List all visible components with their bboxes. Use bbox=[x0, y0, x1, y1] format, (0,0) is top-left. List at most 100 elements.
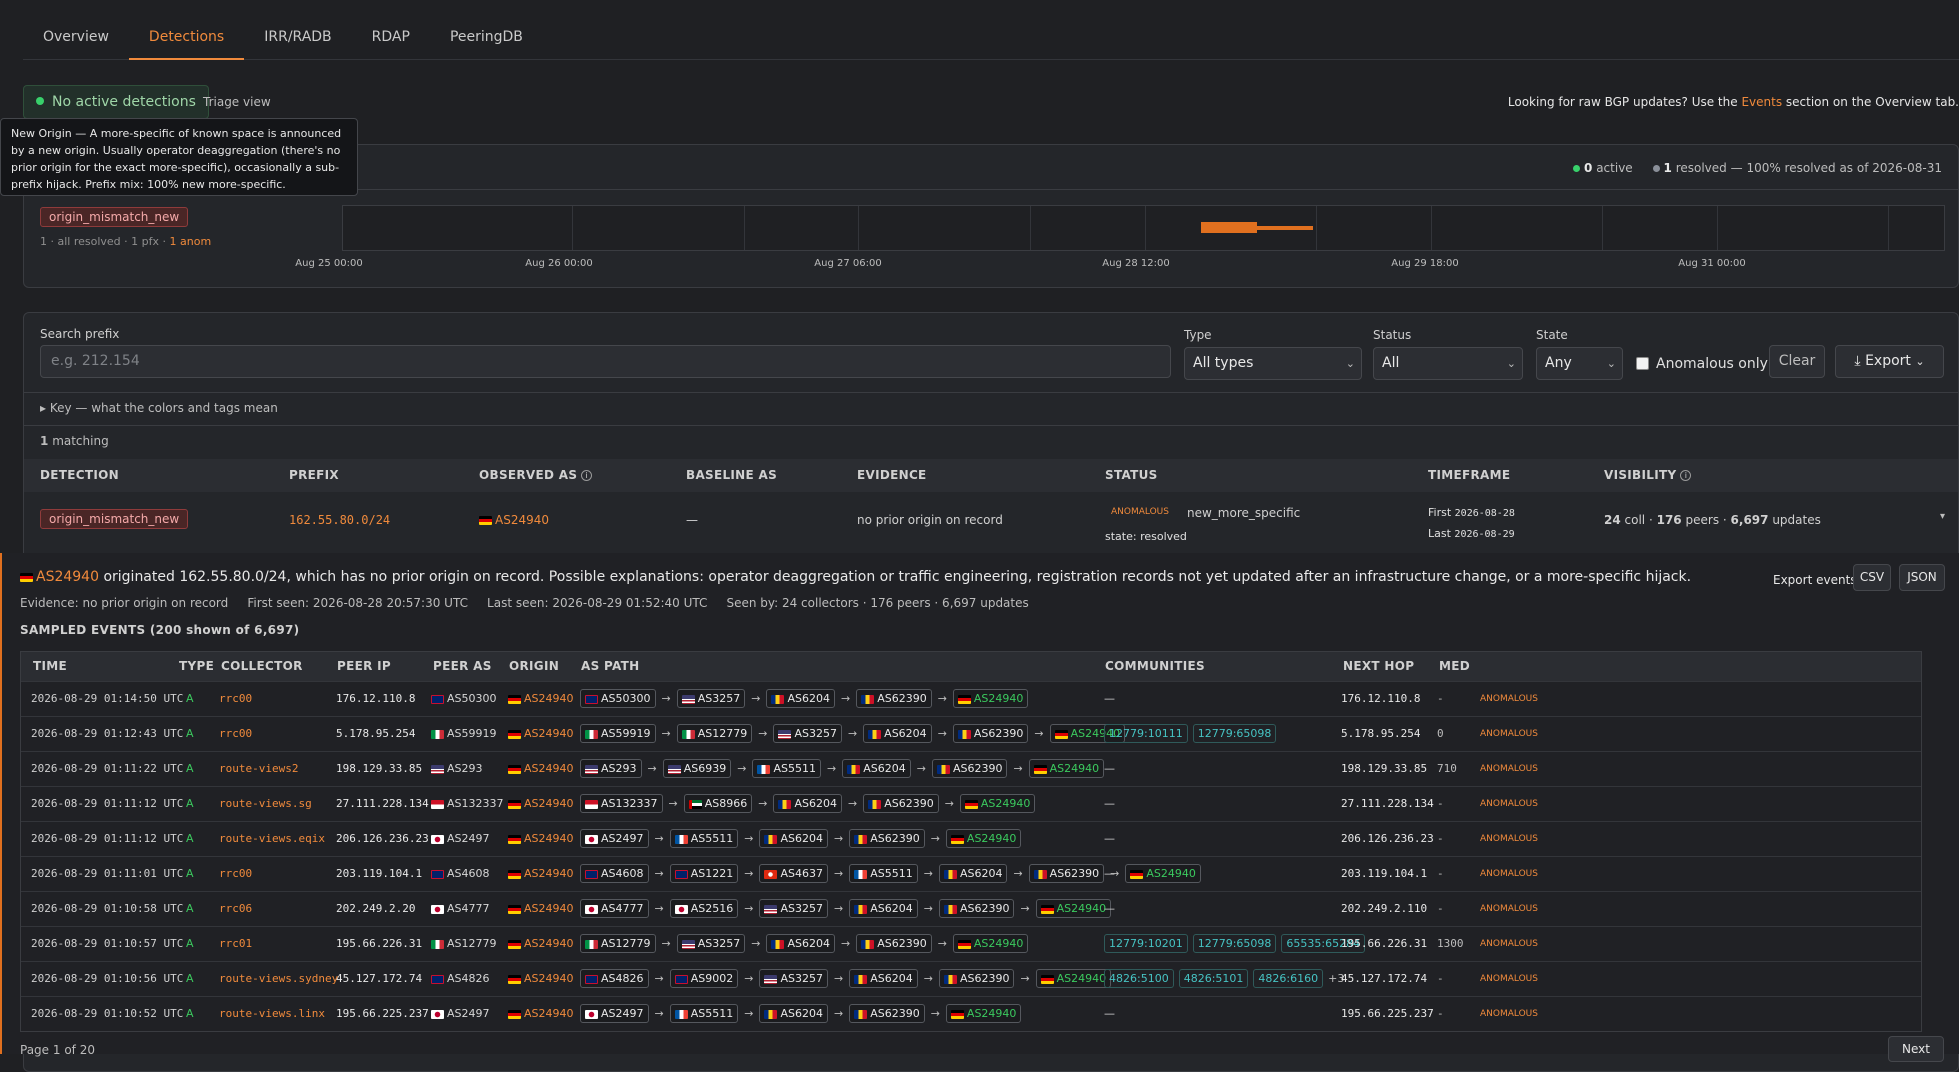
col-detection[interactable]: DETECTION bbox=[40, 459, 119, 492]
event-col-communities[interactable]: COMMUNITIES bbox=[1105, 652, 1205, 681]
as-path-hop[interactable]: AS6204 bbox=[849, 899, 918, 918]
as-path-hop[interactable]: AS6204 bbox=[849, 969, 918, 988]
as-path-hop[interactable]: AS3257 bbox=[759, 899, 828, 918]
tab-overview[interactable]: Overview bbox=[23, 0, 129, 60]
expand-caret-icon[interactable]: ▾ bbox=[1940, 511, 1945, 522]
as-path-hop[interactable]: AS4637 bbox=[759, 864, 828, 883]
clear-button[interactable]: Clear bbox=[1769, 345, 1825, 378]
timeline-detection-bar[interactable] bbox=[1201, 222, 1257, 233]
as-path-hop[interactable]: AS5511 bbox=[669, 829, 739, 848]
col-timeframe[interactable]: TIMEFRAME bbox=[1428, 459, 1510, 492]
as-path-hop[interactable]: AS24940 bbox=[959, 794, 1036, 813]
as-path-hop[interactable]: AS24940 bbox=[1035, 899, 1112, 918]
as-path-hop[interactable]: AS62390 bbox=[856, 934, 932, 953]
as-path-hop[interactable]: AS62390 bbox=[1028, 864, 1105, 883]
as-path-hop[interactable]: AS24940 bbox=[945, 829, 1022, 848]
event-peer-as[interactable]: AS59919 bbox=[431, 717, 497, 751]
type-select[interactable]: All types ⌄ bbox=[1184, 347, 1362, 380]
as-path-hop[interactable]: AS59919 bbox=[580, 724, 656, 743]
event-peer-as[interactable]: AS4826 bbox=[431, 962, 490, 996]
as-path-hop[interactable]: AS6939 bbox=[662, 759, 732, 778]
event-row[interactable]: 2026-08-29 01:14:50 UTC Arrc00 176.12.110.… bbox=[21, 681, 1921, 716]
as-path-hop[interactable]: AS24940 bbox=[1028, 759, 1105, 778]
as-path-hop[interactable]: AS12779 bbox=[580, 934, 656, 953]
community-tag[interactable]: 12779:65098 bbox=[1192, 724, 1277, 743]
as-path-hop[interactable]: AS293 bbox=[580, 759, 642, 778]
as-path-hop[interactable]: AS62390 bbox=[938, 969, 1015, 988]
event-col-type[interactable]: TYPE bbox=[179, 652, 214, 681]
timeline-track[interactable] bbox=[342, 205, 1945, 251]
event-collector[interactable]: route-views.eqix bbox=[219, 822, 325, 856]
as-path-hop[interactable]: AS5511 bbox=[752, 759, 821, 778]
tab-detections[interactable]: Detections bbox=[128, 0, 245, 60]
event-col-med[interactable]: MED bbox=[1439, 652, 1470, 681]
as-path-hop[interactable]: AS50300 bbox=[580, 689, 656, 708]
event-peer-as[interactable]: AS50300 bbox=[431, 682, 497, 716]
csv-button[interactable]: CSV bbox=[1853, 564, 1891, 591]
event-origin[interactable]: AS24940 bbox=[508, 962, 574, 996]
color-key-toggle[interactable]: ▸ Key — what the colors and tags mean bbox=[40, 401, 278, 415]
as-path-hop[interactable]: AS6204 bbox=[842, 759, 911, 778]
as-path-hop[interactable]: AS3257 bbox=[759, 969, 828, 988]
event-collector[interactable]: rrc00 bbox=[219, 682, 252, 716]
as-path-hop[interactable]: AS6204 bbox=[766, 934, 835, 953]
event-row[interactable]: 2026-08-29 01:11:12 UTC Aroute-views.sg 27… bbox=[21, 786, 1921, 821]
as-path-hop[interactable]: AS12779 bbox=[676, 724, 753, 743]
as-path-hop[interactable]: AS8966 bbox=[683, 794, 753, 813]
info-icon[interactable]: i bbox=[581, 470, 593, 481]
event-peer-as[interactable]: AS12779 bbox=[431, 927, 497, 961]
as-path-hop[interactable]: AS62390 bbox=[849, 829, 925, 848]
as-path-hop[interactable]: AS2497 bbox=[580, 1004, 649, 1023]
info-icon[interactable]: i bbox=[1680, 470, 1692, 481]
event-col-origin[interactable]: ORIGIN bbox=[509, 652, 559, 681]
event-row[interactable]: 2026-08-29 01:10:56 UTC Aroute-views.sydn… bbox=[21, 961, 1921, 996]
community-tag[interactable]: 12779:10111 bbox=[1104, 724, 1188, 743]
event-collector[interactable]: rrc00 bbox=[219, 857, 252, 891]
event-col-peer-ip[interactable]: PEER IP bbox=[337, 652, 391, 681]
timeline-detection-chip[interactable]: origin_mismatch_new bbox=[40, 207, 189, 227]
as-path-hop[interactable]: AS62390 bbox=[856, 689, 932, 708]
event-peer-as[interactable]: AS2497 bbox=[431, 822, 490, 856]
as-path-hop[interactable]: AS6204 bbox=[759, 829, 828, 848]
event-collector[interactable]: route-views2 bbox=[219, 752, 298, 786]
next-page-button[interactable]: Next bbox=[1888, 1036, 1944, 1062]
event-collector[interactable]: route-views.linx bbox=[219, 997, 325, 1031]
event-origin[interactable]: AS24940 bbox=[508, 822, 574, 856]
triage-view-link[interactable]: Triage view bbox=[203, 85, 271, 119]
as-path-hop[interactable]: AS62390 bbox=[849, 1004, 925, 1023]
as-path-hop[interactable]: AS6204 bbox=[863, 724, 932, 743]
as-path-hop[interactable]: AS62390 bbox=[931, 759, 1008, 778]
event-collector[interactable]: route-views.sg bbox=[219, 787, 312, 821]
event-col-peer-as[interactable]: PEER AS bbox=[433, 652, 492, 681]
community-tag[interactable]: 4826:5100 bbox=[1104, 969, 1174, 988]
as-path-hop[interactable]: AS24940 bbox=[1035, 969, 1112, 988]
tab-irr-radb[interactable]: IRR/RADB bbox=[244, 0, 351, 60]
event-col-collector[interactable]: COLLECTOR bbox=[221, 652, 303, 681]
event-origin[interactable]: AS24940 bbox=[508, 892, 574, 926]
col-status[interactable]: STATUS bbox=[1105, 459, 1158, 492]
community-tag[interactable]: 4826:6160 bbox=[1253, 969, 1324, 988]
event-origin[interactable]: AS24940 bbox=[508, 717, 574, 751]
event-origin[interactable]: AS24940 bbox=[508, 787, 574, 821]
event-col-next-hop[interactable]: NEXT HOP bbox=[1343, 652, 1414, 681]
as-path-hop[interactable]: AS24940 bbox=[952, 689, 1029, 708]
community-tag[interactable]: 4826:5101 bbox=[1178, 969, 1249, 988]
as-path-hop[interactable]: AS4826 bbox=[580, 969, 649, 988]
status-select[interactable]: All ⌄ bbox=[1373, 347, 1523, 380]
as-path-hop[interactable]: AS2497 bbox=[580, 829, 649, 848]
event-origin[interactable]: AS24940 bbox=[508, 752, 574, 786]
as-path-hop[interactable]: AS3257 bbox=[773, 724, 842, 743]
as-path-hop[interactable]: AS5511 bbox=[849, 864, 918, 883]
as-path-hop[interactable]: AS24940 bbox=[1125, 864, 1201, 883]
col-baseline-as[interactable]: BASELINE AS bbox=[686, 459, 777, 492]
col-evidence[interactable]: EVIDENCE bbox=[857, 459, 927, 492]
event-row[interactable]: 2026-08-29 01:10:58 UTC Arrc06 202.249.2.2… bbox=[21, 891, 1921, 926]
event-col-time[interactable]: TIME bbox=[33, 652, 67, 681]
events-link[interactable]: Events bbox=[1741, 95, 1782, 109]
as-path-hop[interactable]: AS5511 bbox=[669, 1004, 739, 1023]
col-prefix[interactable]: PREFIX bbox=[289, 459, 339, 492]
as-path-hop[interactable]: AS6204 bbox=[766, 689, 835, 708]
event-collector[interactable]: route-views.sydney bbox=[219, 962, 338, 996]
as-path-hop[interactable]: AS9002 bbox=[669, 969, 739, 988]
detection-row[interactable]: origin_mismatch_new 162.55.80.0/24 AS249… bbox=[24, 493, 1958, 557]
